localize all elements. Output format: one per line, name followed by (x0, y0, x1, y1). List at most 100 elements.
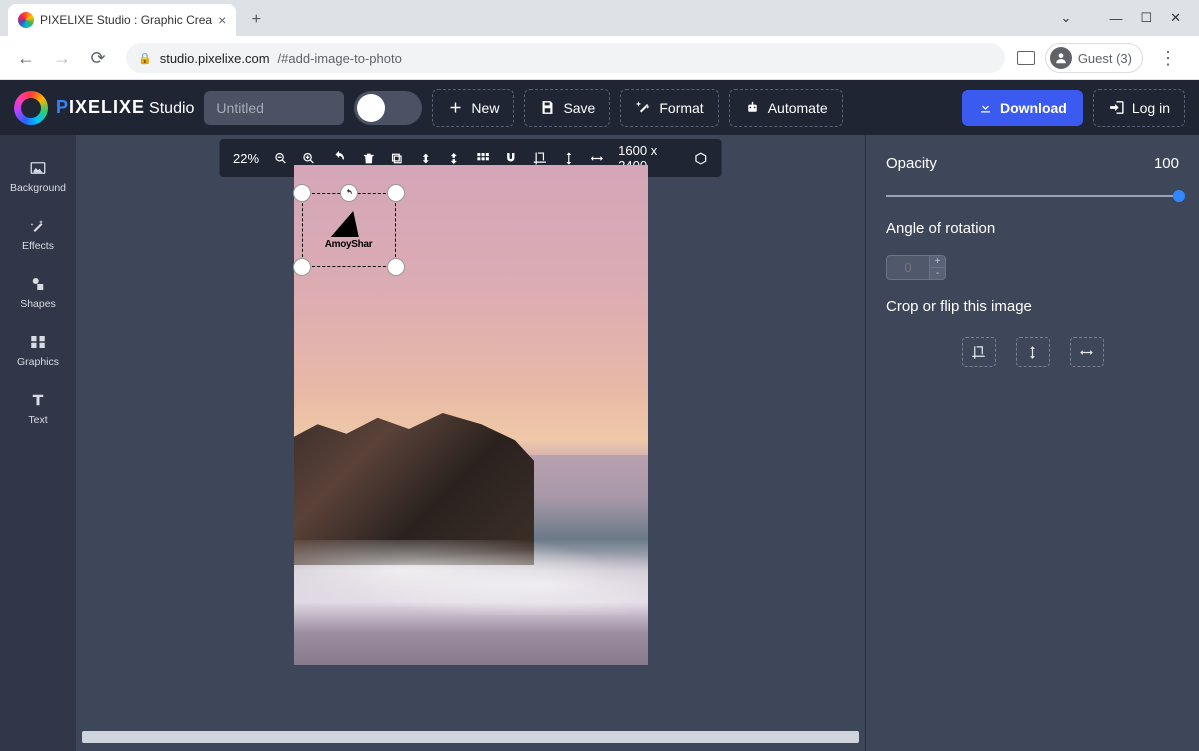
browser-chrome: PIXELIXE Studio : Graphic Crea × + ⌄ — ☐… (0, 0, 1199, 80)
browser-tab[interactable]: PIXELIXE Studio : Graphic Crea × (8, 4, 236, 36)
tab-favicon-icon (18, 12, 34, 28)
resize-v-icon[interactable] (561, 150, 576, 167)
app-body: Background Effects Shapes Graphics Text (0, 135, 1199, 751)
rotation-label: Angle of rotation (886, 220, 1179, 237)
crop-flip-label: Crop or flip this image (886, 298, 1179, 315)
format-label: Format (659, 100, 703, 116)
guest-profile[interactable]: Guest (3) (1045, 43, 1143, 73)
opacity-value: 100 (1154, 155, 1179, 172)
grid-icon[interactable] (475, 150, 490, 167)
zoom-label: 22% (233, 151, 259, 166)
sidebar-label: Effects (22, 240, 54, 252)
new-tab-button[interactable]: + (242, 6, 270, 34)
reload-button[interactable]: ⟳ (82, 42, 114, 74)
sidebar-item-text[interactable]: Text (0, 379, 76, 437)
crop-icon[interactable] (533, 150, 548, 167)
tab-title: PIXELIXE Studio : Graphic Crea (40, 13, 212, 27)
kebab-menu-icon[interactable]: ⋮ (1153, 48, 1183, 69)
avatar-icon (1050, 47, 1072, 69)
move-back-icon[interactable] (418, 150, 433, 167)
canvas-area[interactable]: 22% 1600 x 2400 (76, 135, 865, 751)
automate-button[interactable]: Automate (729, 89, 843, 127)
download-label: Download (1000, 100, 1067, 116)
sparkle-icon (29, 217, 47, 235)
properties-panel: Opacity 100 Angle of rotation + - Crop o… (865, 135, 1199, 751)
resize-handle-tl[interactable] (293, 184, 311, 202)
robot-icon (744, 99, 761, 116)
app-header: PPIXELIXEIXELIXE Studio New Save Format … (0, 80, 1199, 135)
close-icon[interactable]: × (218, 12, 226, 28)
close-window-icon[interactable]: ✕ (1170, 10, 1181, 26)
horizontal-scrollbar[interactable] (82, 731, 859, 743)
text-icon (29, 391, 47, 409)
rotation-input[interactable] (887, 256, 929, 279)
shapes-icon (29, 275, 47, 293)
lock-icon: 🔒 (138, 52, 152, 65)
sidebar-item-background[interactable]: Background (0, 147, 76, 205)
resize-handle-tr[interactable] (387, 184, 405, 202)
app: PPIXELIXEIXELIXE Studio New Save Format … (0, 80, 1199, 751)
sidebar-item-shapes[interactable]: Shapes (0, 263, 76, 321)
opacity-slider[interactable] (886, 190, 1179, 202)
automate-label: Automate (768, 100, 828, 116)
chevron-down-icon[interactable]: ⌄ (1061, 10, 1072, 26)
resize-handle-bl[interactable] (293, 258, 311, 276)
cube-icon[interactable] (693, 150, 708, 167)
save-button[interactable]: Save (524, 89, 610, 127)
magnet-icon[interactable] (504, 150, 519, 167)
slider-track (886, 195, 1179, 197)
document-title-input[interactable] (204, 91, 344, 125)
foam-layer (294, 540, 648, 615)
rotation-stepper[interactable]: + - (886, 255, 946, 280)
new-label: New (471, 100, 499, 116)
theme-toggle[interactable] (354, 91, 422, 125)
address-bar: ← → ⟳ 🔒 studio.pixelixe.com/#add-image-t… (0, 36, 1199, 80)
url-hash: /#add-image-to-photo (278, 51, 402, 66)
login-button[interactable]: Log in (1093, 89, 1185, 127)
resize-h-icon[interactable] (590, 150, 605, 167)
sidebar-item-effects[interactable]: Effects (0, 205, 76, 263)
save-label: Save (563, 100, 595, 116)
download-button[interactable]: Download (962, 90, 1083, 126)
tab-bar: PIXELIXE Studio : Graphic Crea × + ⌄ — ☐… (0, 0, 1199, 36)
format-button[interactable]: Format (620, 89, 718, 127)
logo-main: PPIXELIXEIXELIXE (56, 97, 145, 118)
url-field[interactable]: 🔒 studio.pixelixe.com/#add-image-to-phot… (126, 43, 1005, 73)
login-icon (1108, 99, 1125, 116)
app-logo[interactable]: PPIXELIXEIXELIXE Studio (14, 91, 194, 125)
overlay-logo-shape (330, 211, 366, 237)
sidebar-label: Shapes (20, 298, 56, 310)
window-controls: ⌄ — ☐ ✕ (1043, 0, 1199, 36)
rotate-handle[interactable] (340, 184, 358, 202)
new-button[interactable]: New (432, 89, 514, 127)
slider-thumb[interactable] (1173, 190, 1185, 202)
logo-sub: Studio (149, 100, 194, 118)
overlay-content: AmoyShar (310, 201, 388, 259)
download-icon (978, 100, 993, 115)
selected-overlay[interactable]: AmoyShar (302, 193, 396, 267)
wand-icon (635, 99, 652, 116)
sidebar-item-graphics[interactable]: Graphics (0, 321, 76, 379)
maximize-icon[interactable]: ☐ (1140, 10, 1152, 26)
stepper-up[interactable]: + (930, 256, 945, 268)
minimize-icon[interactable]: — (1109, 11, 1122, 26)
copy-icon[interactable] (390, 150, 405, 167)
zoom-out-icon[interactable] (273, 150, 288, 167)
crop-button[interactable] (962, 337, 996, 367)
back-button[interactable]: ← (10, 42, 42, 74)
resize-handle-br[interactable] (387, 258, 405, 276)
save-icon (539, 99, 556, 116)
flip-horizontal-button[interactable] (1070, 337, 1104, 367)
flip-vertical-button[interactable] (1016, 337, 1050, 367)
opacity-label: Opacity (886, 155, 937, 172)
move-front-icon[interactable] (447, 150, 462, 167)
forward-button[interactable]: → (46, 42, 78, 74)
trash-icon[interactable] (361, 150, 376, 167)
guest-label: Guest (3) (1078, 51, 1132, 66)
stepper-down[interactable]: - (930, 268, 945, 279)
plus-icon (447, 99, 464, 116)
zoom-in-icon[interactable] (302, 150, 317, 167)
overlay-logo-label: AmoyShar (325, 239, 373, 250)
image-icon (29, 159, 47, 177)
extensions-icon[interactable] (1017, 51, 1035, 65)
